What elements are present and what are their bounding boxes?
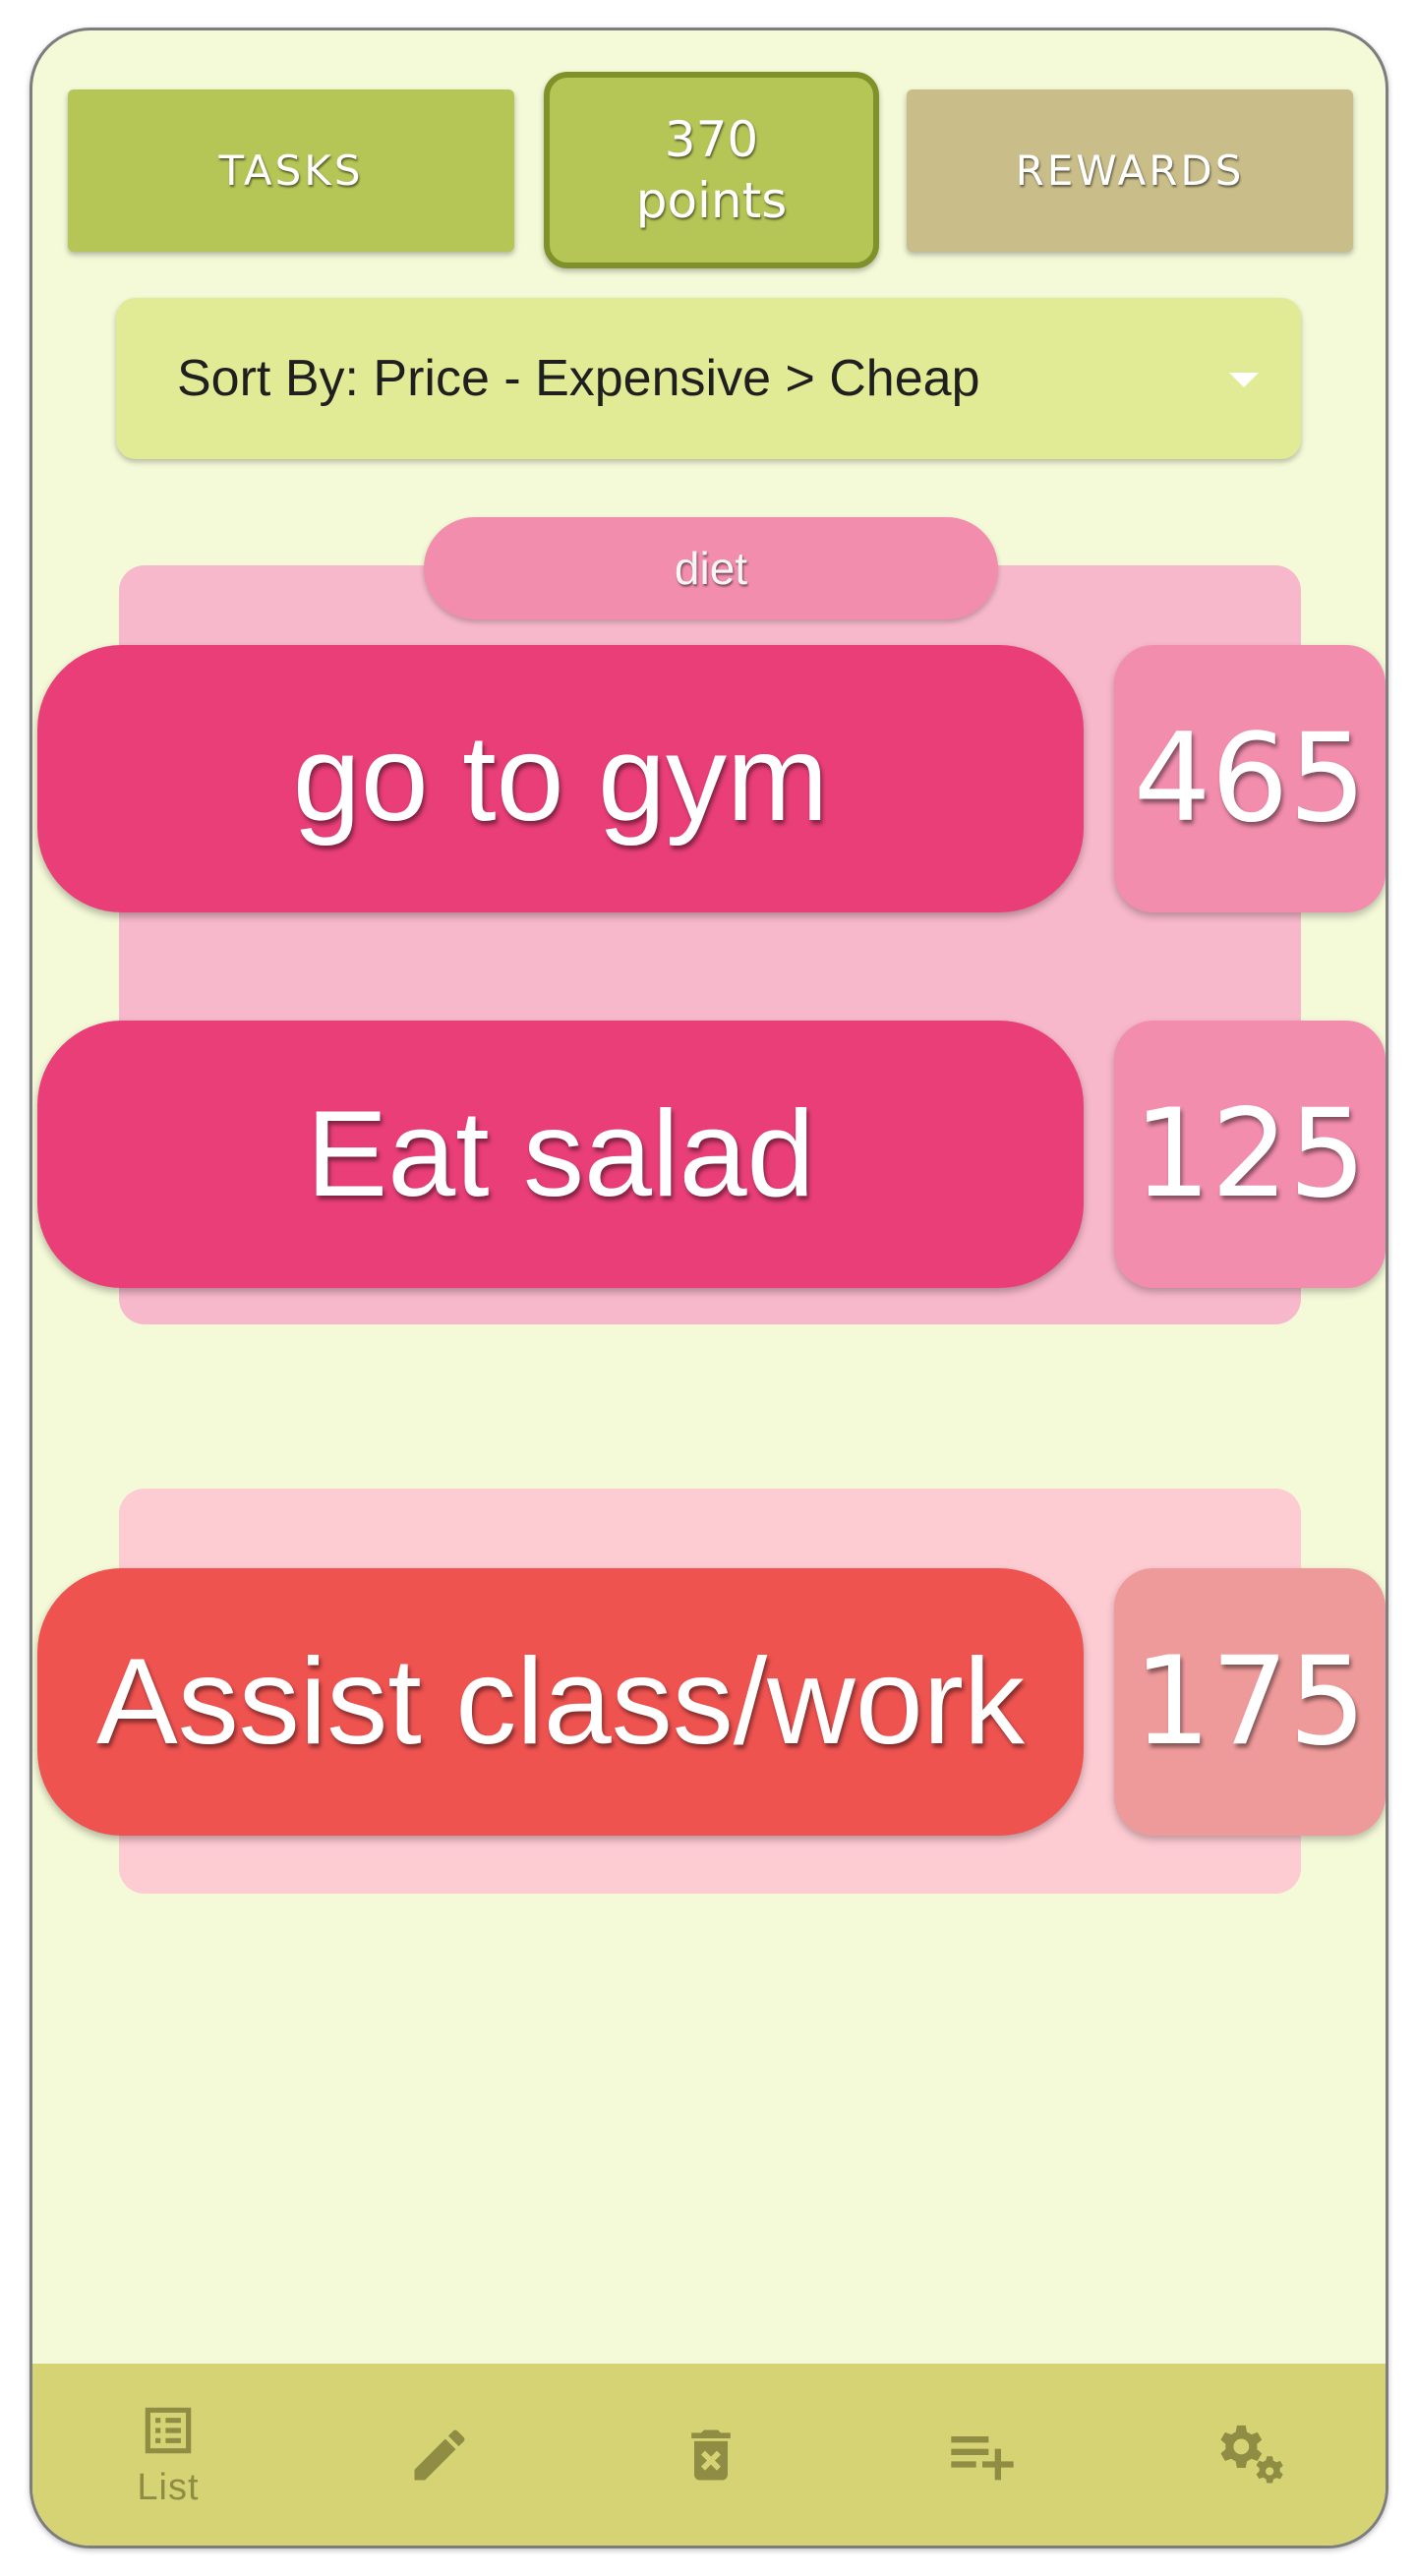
nav-list-label: List xyxy=(137,2467,200,2508)
reward-name: Assist class/work xyxy=(96,1634,1025,1770)
nav-list-button[interactable]: List xyxy=(32,2364,304,2546)
nav-add-button[interactable] xyxy=(847,2364,1118,2546)
rewards-tab-label: REWARDS xyxy=(1015,146,1245,195)
list-icon xyxy=(138,2400,199,2461)
delete-icon xyxy=(678,2422,744,2488)
playlist-add-icon xyxy=(945,2418,1020,2492)
reward-price-value: 125 xyxy=(1133,1083,1367,1225)
rewards-tab-button[interactable]: REWARDS xyxy=(907,89,1353,252)
reward-button-assist-class-work[interactable]: Assist class/work xyxy=(37,1568,1084,1836)
tasks-tab-label: TASKS xyxy=(218,146,364,195)
reward-button-eat-salad[interactable]: Eat salad xyxy=(37,1021,1084,1288)
reward-name: Eat salad xyxy=(306,1086,815,1222)
tasks-tab-button[interactable]: TASKS xyxy=(68,89,514,252)
group-label-text: diet xyxy=(674,543,748,594)
edit-icon xyxy=(406,2422,473,2488)
nav-settings-button[interactable] xyxy=(1118,2364,1386,2546)
bottom-navigation: List xyxy=(32,2364,1386,2546)
reward-price: 465 xyxy=(1114,645,1386,912)
dropdown-arrow-icon xyxy=(1229,373,1259,387)
points-unit: points xyxy=(635,172,788,229)
reward-button-go-to-gym[interactable]: go to gym xyxy=(37,645,1084,912)
reward-name: go to gym xyxy=(292,711,829,847)
sort-selected-value: Sort By: Price - Expensive > Cheap xyxy=(177,350,980,407)
points-value: 370 xyxy=(664,111,759,168)
nav-delete-button[interactable] xyxy=(575,2364,847,2546)
app-screen: TASKS 370 points REWARDS Sort By: Price … xyxy=(30,28,1388,2548)
reward-price: 175 xyxy=(1114,1568,1386,1836)
points-display[interactable]: 370 points xyxy=(544,72,879,268)
reward-price-value: 465 xyxy=(1133,708,1367,849)
reward-price: 125 xyxy=(1114,1021,1386,1288)
reward-price-value: 175 xyxy=(1133,1631,1367,1773)
sort-dropdown[interactable]: Sort By: Price - Expensive > Cheap xyxy=(116,298,1301,459)
nav-edit-button[interactable] xyxy=(304,2364,575,2546)
group-label-diet[interactable]: diet xyxy=(424,517,998,619)
settings-icon xyxy=(1216,2418,1291,2492)
